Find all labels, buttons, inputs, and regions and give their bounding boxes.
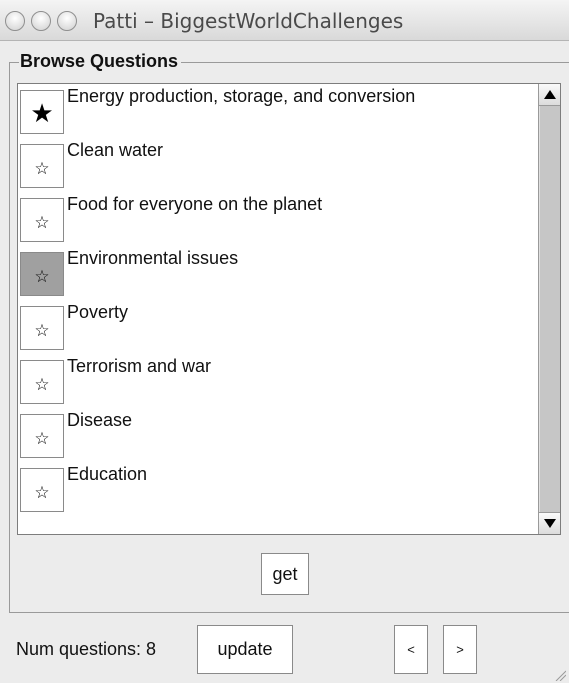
list-item: ☆ Clean water	[19, 138, 538, 192]
list-item: ☆ Disease	[19, 408, 538, 462]
star-filled-icon: ★	[30, 99, 54, 129]
star-toggle-button[interactable]: ☆	[20, 252, 64, 296]
star-toggle-button[interactable]: ☆	[20, 468, 64, 512]
star-outline-icon: ☆	[34, 428, 50, 449]
zoom-window-icon[interactable]	[57, 11, 77, 31]
get-button[interactable]: get	[261, 553, 309, 595]
star-toggle-button[interactable]: ☆	[20, 360, 64, 404]
star-outline-icon: ☆	[34, 266, 50, 287]
star-outline-icon: ☆	[34, 482, 50, 503]
minimize-window-icon[interactable]	[31, 11, 51, 31]
question-label[interactable]: Environmental issues	[67, 248, 238, 269]
group-title: Browse Questions	[19, 51, 182, 71]
question-label[interactable]: Terrorism and war	[67, 356, 211, 377]
star-toggle-button[interactable]: ☆	[20, 144, 64, 188]
question-label[interactable]: Clean water	[67, 140, 163, 161]
star-toggle-button[interactable]: ☆	[20, 198, 64, 242]
star-outline-icon: ☆	[34, 158, 50, 179]
list-item: ☆ Education	[19, 462, 538, 516]
question-list: ★ Energy production, storage, and conver…	[17, 83, 561, 535]
resize-grip-icon[interactable]	[554, 668, 567, 682]
star-outline-icon: ☆	[34, 320, 50, 341]
list-item: ☆ Environmental issues	[19, 246, 538, 300]
star-toggle-button[interactable]: ☆	[20, 414, 64, 458]
star-outline-icon: ☆	[34, 212, 50, 233]
scroll-down-arrow-icon[interactable]	[539, 512, 560, 534]
list-item: ☆ Terrorism and war	[19, 354, 538, 408]
question-list-viewport: ★ Energy production, storage, and conver…	[18, 84, 539, 534]
question-label[interactable]: Disease	[67, 410, 132, 431]
scroll-up-arrow-icon[interactable]	[539, 84, 560, 106]
close-window-icon[interactable]	[5, 11, 25, 31]
question-label[interactable]: Energy production, storage, and conversi…	[67, 86, 415, 107]
window-title: Patti – BiggestWorldChallenges	[93, 9, 404, 33]
previous-button[interactable]: <	[394, 625, 428, 674]
question-label[interactable]: Food for everyone on the planet	[67, 194, 322, 215]
star-toggle-button[interactable]: ★	[20, 90, 64, 134]
list-item: ☆ Food for everyone on the planet	[19, 192, 538, 246]
question-label[interactable]: Education	[67, 464, 147, 485]
vertical-scrollbar[interactable]	[538, 84, 560, 534]
scroll-track[interactable]	[539, 106, 560, 512]
app-window: Patti – BiggestWorldChallenges Browse Qu…	[0, 0, 569, 683]
list-item: ★ Energy production, storage, and conver…	[19, 84, 538, 138]
question-label[interactable]: Poverty	[67, 302, 128, 323]
star-toggle-button[interactable]: ☆	[20, 306, 64, 350]
star-outline-icon: ☆	[34, 374, 50, 395]
list-item: ☆ Poverty	[19, 300, 538, 354]
num-questions-label: Num questions: 8	[16, 639, 157, 659]
update-button[interactable]: update	[197, 625, 293, 674]
title-bar[interactable]: Patti – BiggestWorldChallenges	[0, 0, 569, 41]
next-button[interactable]: >	[443, 625, 477, 674]
